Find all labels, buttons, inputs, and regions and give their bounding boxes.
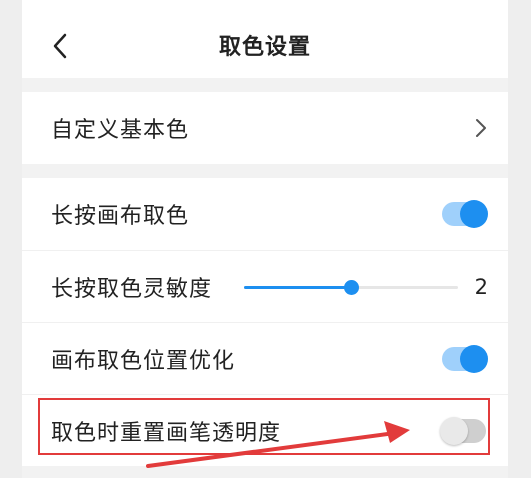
reset-opacity-row: 取色时重置画笔透明度 xyxy=(22,394,508,466)
top-bar: 取色设置 xyxy=(22,12,508,78)
position-optimization-toggle[interactable] xyxy=(442,344,488,373)
sensitivity-value: 2 xyxy=(474,274,488,299)
toggle-knob xyxy=(460,200,488,228)
sensitivity-label: 长按取色灵敏度 xyxy=(51,276,213,302)
custom-base-color-row[interactable]: 自定义基本色 xyxy=(22,92,508,164)
long-press-pick-toggle[interactable] xyxy=(442,200,488,228)
page-title: 取色设置 xyxy=(218,35,311,60)
toggle-knob xyxy=(460,344,488,373)
sensitivity-slider[interactable] xyxy=(244,277,458,297)
position-optimization-label: 画布取色位置优化 xyxy=(51,348,236,374)
chevron-right-icon xyxy=(476,119,486,137)
long-press-pick-label: 长按画布取色 xyxy=(51,204,190,229)
long-press-pick-row: 长按画布取色 xyxy=(22,178,508,250)
toggle-knob xyxy=(440,416,468,445)
position-optimization-row: 画布取色位置优化 xyxy=(22,322,508,394)
custom-base-color-label: 自定义基本色 xyxy=(51,118,190,143)
reset-opacity-label: 取色时重置画笔透明度 xyxy=(51,420,282,446)
status-bar xyxy=(22,0,508,12)
back-button[interactable] xyxy=(42,28,78,64)
chevron-left-icon xyxy=(53,33,67,59)
settings-screen: 取色设置 自定义基本色 长按画布取色 长按取色灵敏度 2 画布取色位置优化 取色… xyxy=(22,0,508,478)
reset-opacity-toggle[interactable] xyxy=(440,416,486,445)
slider-fill xyxy=(244,286,351,289)
sensitivity-row: 长按取色灵敏度 2 xyxy=(22,250,508,322)
slider-thumb[interactable] xyxy=(344,280,359,295)
